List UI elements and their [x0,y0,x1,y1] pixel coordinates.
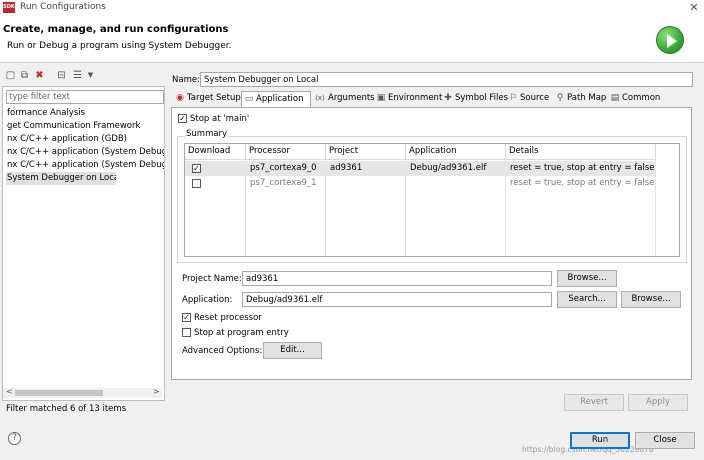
environment-icon: ▣ [376,93,386,103]
config-toolbar: ▢ ⧉ ✖ ⊟ ☰ ▼ [3,70,165,84]
new-config-icon[interactable]: ▢ [5,70,16,81]
tab-common[interactable]: ▤ Common [608,91,661,107]
column-header-application[interactable]: Application [406,144,506,160]
stop-at-entry-checkbox[interactable] [182,328,191,337]
tab-target-setup[interactable]: ◉ Target Setup [173,91,241,107]
run-icon [656,26,684,54]
details-cell: reset = true, stop at entry = false, ... [510,178,655,188]
scrollbar-thumb[interactable] [15,390,103,396]
column-header-details[interactable]: Details [506,144,656,160]
source-icon: ⚐ [508,93,518,103]
filter-status: Filter matched 6 of 13 items [6,404,127,414]
column-header-project[interactable]: Project [326,144,406,160]
column-header-download[interactable]: Download [185,144,246,160]
symbol-files-icon: ✚ [444,93,452,103]
scroll-right-icon[interactable]: > [153,387,160,396]
download-checkbox[interactable] [192,179,201,188]
summary-title: Summary [185,129,229,139]
download-checkbox[interactable]: ✓ [192,164,201,173]
stop-at-entry-label: Stop at program entry [194,328,289,338]
tab-path-map[interactable]: ⚲ Path Map [553,91,607,107]
window-close-icon[interactable]: ✕ [686,0,702,16]
help-icon[interactable]: ? [8,432,21,445]
path-map-icon: ⚲ [556,93,564,103]
tab-symbol-files[interactable]: ✚ Symbol Files [441,91,508,107]
application-input[interactable] [242,292,552,307]
common-icon: ▤ [610,93,620,103]
tree-item-cpp-system-debugger-1[interactable]: nx C/C++ application (System Debugger [6,146,164,159]
processor-cell: ps7_cortexa9_0 [250,163,317,173]
tab-arguments[interactable]: (x) Arguments [312,91,374,107]
application-label: Application: [182,295,233,305]
application-browse-button[interactable]: Browse... [621,291,681,308]
target-icon: ◉ [176,93,184,103]
tree-item-cpp-system-debugger-2[interactable]: nx C/C++ application (System Debugger [6,159,164,172]
project-browse-button[interactable]: Browse... [557,270,617,287]
dialog-header: Create, manage, and run configurations R… [0,16,704,63]
close-button[interactable]: Close [635,432,695,449]
dropdown-icon[interactable]: ▼ [85,70,96,81]
header-subtitle: Run or Debug a program using System Debu… [7,41,232,51]
tree-item-performance-analysis[interactable]: formance Analysis [6,107,164,120]
arguments-icon: (x) [315,94,325,102]
application-icon: ▭ [244,94,254,104]
project-cell: ad9361 [330,163,363,173]
name-label: Name: [172,75,200,85]
revert-button[interactable]: Revert [564,394,624,411]
apply-button[interactable]: Apply [628,394,688,411]
advanced-edit-button[interactable]: Edit... [263,342,322,359]
scroll-left-icon[interactable]: < [6,387,13,396]
config-name-input[interactable] [200,72,693,87]
stop-at-main-label: Stop at 'main' [190,114,250,124]
stop-at-main-checkbox[interactable]: ✓ [178,114,187,123]
processor-cell: ps7_cortexa9_1 [250,178,317,188]
tree-item-system-debugger-on-local[interactable]: System Debugger on Local [6,172,116,185]
window-title: Run Configurations [20,2,106,12]
header-title: Create, manage, and run configurations [3,24,229,35]
column-header-processor[interactable]: Processor [246,144,326,160]
run-button[interactable]: Run [570,432,630,449]
tree-item-target-communication-framework[interactable]: get Communication Framework [6,120,164,133]
application-cell: Debug/ad9361.elf [410,163,487,173]
tab-source[interactable]: ⚐ Source [506,91,550,107]
reset-processor-label: Reset processor [194,313,262,323]
application-cell [407,176,505,191]
tree-item-cpp-gdb[interactable]: nx C/C++ application (GDB) [6,133,164,146]
project-name-label: Project Name: [182,274,242,284]
table-row[interactable]: ps7_cortexa9_1 reset = true, stop at ent… [185,176,655,191]
sdk-app-icon: SDK [3,2,15,13]
config-tree-panel: formance Analysis get Communication Fram… [2,86,165,401]
table-row[interactable]: ✓ ps7_cortexa9_0 ad9361 Debug/ad9361.elf… [185,161,655,176]
summary-table: Download Processor Project Application D… [184,143,680,257]
application-search-button[interactable]: Search... [557,291,617,308]
collapse-all-icon[interactable]: ⊟ [56,70,67,81]
project-cell [327,176,405,191]
reset-processor-checkbox[interactable]: ✓ [182,313,191,322]
project-name-input[interactable] [242,271,552,286]
tab-application[interactable]: ▭ Application [241,91,311,108]
config-tabs: ◉ Target Setup ▭ Application (x) Arguments … [171,91,691,108]
advanced-options-label: Advanced Options: [182,346,263,356]
tab-environment[interactable]: ▣ Environment [374,91,443,107]
details-cell: reset = true, stop at entry = false, ... [510,163,655,173]
duplicate-icon[interactable]: ⧉ [19,70,30,81]
filter-input[interactable] [6,90,164,104]
filter-icon[interactable]: ☰ [72,70,83,81]
delete-icon[interactable]: ✖ [34,70,45,81]
